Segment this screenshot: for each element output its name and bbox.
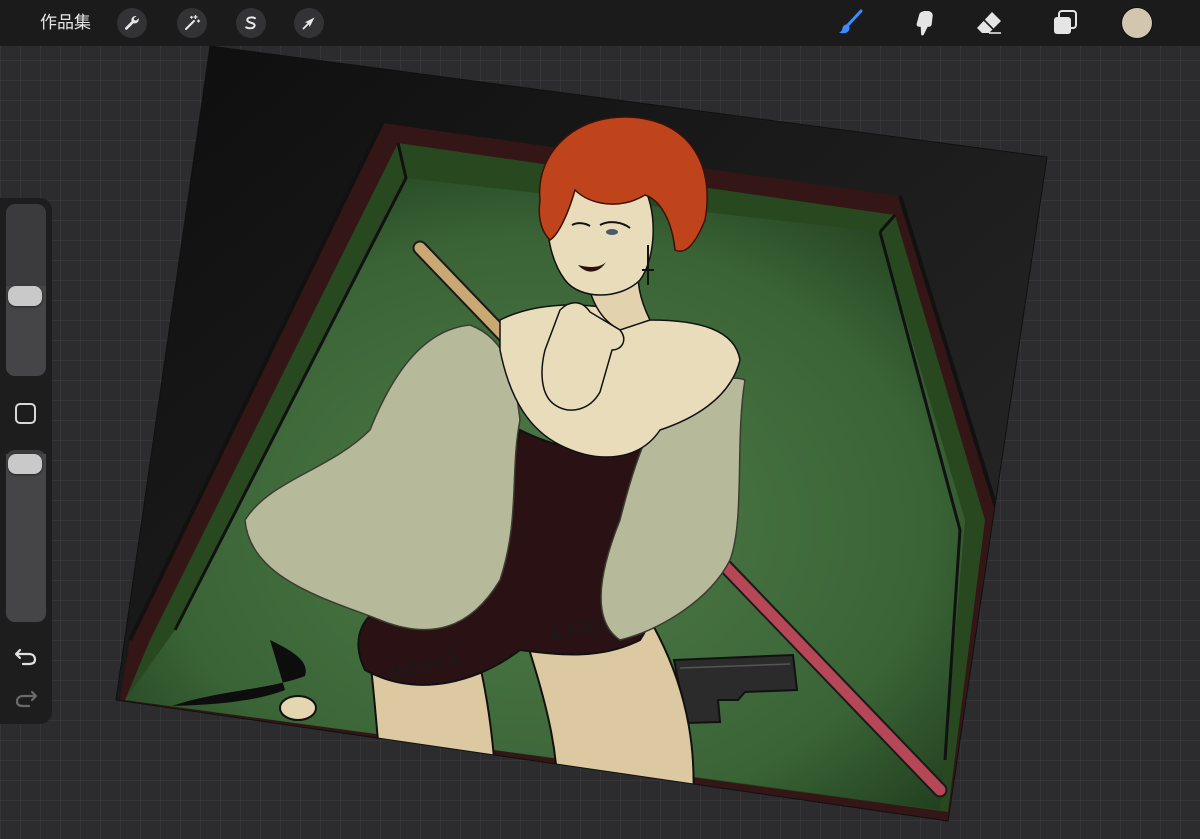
- opacity-slider[interactable]: [6, 450, 46, 622]
- opacity-thumb[interactable]: [8, 454, 42, 474]
- artwork-canvas[interactable]: INHALE EXHA: [0, 0, 1200, 834]
- brush-size-thumb[interactable]: [8, 285, 42, 306]
- opacity-fill: [6, 454, 46, 622]
- redo-icon: [15, 690, 38, 708]
- left-sidebar: [0, 198, 52, 724]
- modify-button[interactable]: [15, 403, 36, 424]
- undo-icon: [14, 648, 37, 666]
- canvas-area: INHALE EXHA: [0, 0, 1200, 834]
- redo-button[interactable]: [13, 686, 39, 710]
- undo-button[interactable]: [13, 644, 39, 668]
